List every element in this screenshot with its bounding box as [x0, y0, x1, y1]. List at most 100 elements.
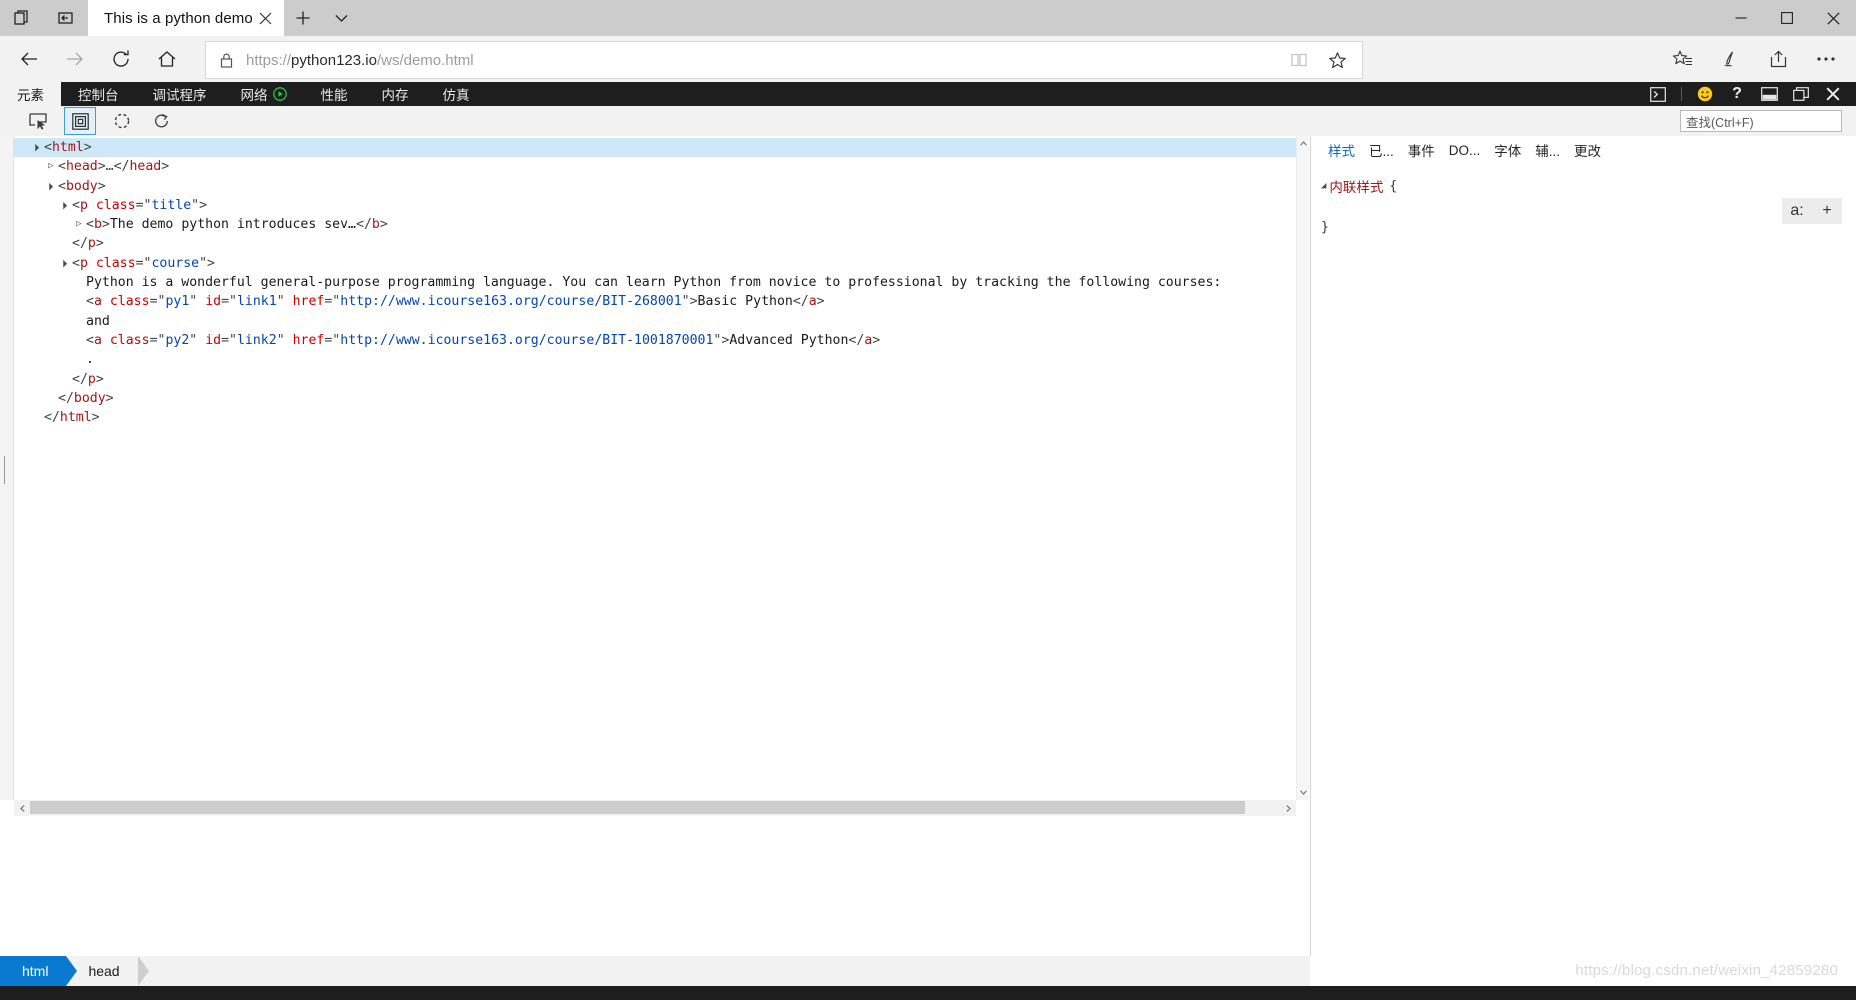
close-devtools-icon: [1826, 87, 1840, 101]
dom-token-punct: <: [86, 217, 94, 233]
dom-token-val: link2: [236, 332, 277, 348]
toggle-pseudo-state-button[interactable]: a:: [1782, 198, 1812, 224]
dom-vertical-scrollbar[interactable]: [1296, 136, 1309, 800]
refresh-dom-button[interactable]: [106, 107, 138, 135]
favorites-hub-button[interactable]: [1658, 36, 1706, 82]
devtools-tab-network[interactable]: 网络: [224, 82, 304, 106]
dock-to-bottom-icon: [1760, 87, 1778, 101]
dom-node-row[interactable]: <body>: [14, 177, 1296, 196]
set-tabs-aside-button[interactable]: [0, 0, 44, 36]
styles-pane-tab[interactable]: 更改: [1567, 140, 1608, 160]
dom-node-row[interactable]: and: [14, 312, 1296, 331]
settings-and-more-button[interactable]: [1802, 36, 1850, 82]
styles-pane-tab[interactable]: 字体: [1487, 140, 1528, 160]
dom-node-row[interactable]: </p>: [14, 370, 1296, 389]
reading-view-button[interactable]: [1280, 41, 1318, 79]
dom-node-row[interactable]: </body>: [14, 389, 1296, 408]
dom-token-tag: html: [51, 140, 84, 155]
dom-node-row[interactable]: Python is a wonderful general-purpose pr…: [14, 273, 1296, 292]
close-devtools-button[interactable]: [1818, 82, 1848, 106]
dom-node-row[interactable]: .: [14, 350, 1296, 369]
send-feedback-button[interactable]: [1690, 82, 1720, 106]
dom-tree[interactable]: <html><head>…</head><body><p class="titl…: [14, 136, 1296, 800]
share-button[interactable]: [1754, 36, 1802, 82]
dom-node-twisty-open[interactable]: [30, 138, 44, 157]
dom-node-twisty-closed[interactable]: [72, 215, 86, 234]
tabs-you-set-aside-button[interactable]: [44, 0, 88, 36]
dom-horizontal-scrollbar[interactable]: [14, 800, 1296, 816]
refresh-dom-icon: [114, 113, 130, 129]
dom-token-punct: ": [276, 294, 293, 310]
devtools-tab-performance[interactable]: 性能: [304, 82, 365, 106]
browser-tab[interactable]: This is a python demo p: [88, 0, 284, 36]
styles-pane-tab[interactable]: 辅...: [1528, 140, 1567, 160]
site-security-button[interactable]: [206, 52, 246, 69]
devtools-tab-label: 仿真: [442, 88, 470, 103]
address-bar[interactable]: https://python123.io/ws/demo.html: [205, 41, 1363, 79]
styles-pane-tab[interactable]: 已...: [1362, 140, 1401, 160]
dom-node-row[interactable]: </p>: [14, 234, 1296, 253]
style-rule[interactable]: ◢ 内联样式 { }: [1321, 176, 1856, 236]
style-rule-header[interactable]: ◢ 内联样式 {: [1321, 176, 1856, 196]
breadcrumb-item-html[interactable]: html: [0, 956, 78, 986]
dom-node-markup: <head>…</head>: [58, 157, 169, 176]
tab-close-button[interactable]: [252, 5, 278, 31]
devtools-tab-elements[interactable]: 元素: [0, 82, 61, 106]
inspect-element-button[interactable]: [22, 107, 54, 135]
ellipsis-icon: [1817, 57, 1835, 61]
back-button[interactable]: [6, 36, 52, 82]
tab-menu-button[interactable]: [322, 0, 360, 36]
set-tabs-aside-icon: [14, 10, 28, 25]
styles-pane-tabs: 样式 已... 事件 DO... 字体 辅... 更改: [1311, 136, 1856, 164]
dom-node-twisty-open[interactable]: [58, 196, 72, 215]
rule-collapse-twisty[interactable]: ◢: [1321, 181, 1326, 191]
window-minimize-button[interactable]: [1718, 0, 1764, 36]
window-maximize-button[interactable]: [1764, 0, 1810, 36]
web-notes-button[interactable]: [1706, 36, 1754, 82]
dom-node-row[interactable]: </html>: [14, 408, 1296, 427]
break-on-button[interactable]: [146, 107, 178, 135]
dock-to-bottom-button[interactable]: [1754, 82, 1784, 106]
scroll-up-button[interactable]: [1297, 136, 1310, 151]
scroll-left-button[interactable]: [14, 800, 30, 816]
bottom-status-bar: [0, 986, 1856, 1000]
devtools-tab-emulation[interactable]: 仿真: [426, 82, 487, 106]
new-tab-button[interactable]: [284, 0, 322, 36]
add-favorite-button[interactable]: [1318, 41, 1356, 79]
pen-icon: [1724, 51, 1733, 66]
add-new-rule-button[interactable]: +: [1812, 198, 1842, 224]
dom-node-row[interactable]: <head>…</head>: [14, 157, 1296, 176]
window-close-button[interactable]: [1810, 0, 1856, 36]
undock-window-button[interactable]: [1786, 82, 1816, 106]
scroll-down-button[interactable]: [1297, 785, 1310, 800]
dom-node-row[interactable]: <a class="py2" id="link2" href="http://w…: [14, 331, 1296, 350]
scroll-right-button[interactable]: [1280, 800, 1296, 816]
styles-pane-tab[interactable]: 样式: [1321, 140, 1362, 160]
dom-node-row[interactable]: <b>The demo python introduces sev…</b>: [14, 215, 1296, 234]
dom-token-txt: [88, 198, 96, 213]
dom-node-row[interactable]: <html>: [14, 138, 1296, 158]
dom-node-row[interactable]: <a class="py1" id="link1" href="http://w…: [14, 292, 1296, 311]
horizontal-scroll-track[interactable]: [30, 800, 1280, 816]
home-button[interactable]: [144, 36, 190, 82]
devtools-tab-console[interactable]: 控制台: [61, 82, 136, 106]
refresh-button[interactable]: [98, 36, 144, 82]
dom-node-twisty-open[interactable]: [58, 254, 72, 273]
toggle-console-drawer-button[interactable]: [1643, 82, 1673, 106]
help-button[interactable]: ?: [1722, 82, 1752, 106]
devtools-tab-strip: 元素 控制台 调试程序 网络 性能 内存 仿真 ?: [0, 82, 1856, 106]
find-input[interactable]: 查找(Ctrl+F): [1680, 110, 1842, 132]
dom-node-row[interactable]: <p class="title">: [14, 196, 1296, 215]
devtools-tab-debugger[interactable]: 调试程序: [136, 82, 224, 106]
dom-node-row[interactable]: <p class="course">: [14, 254, 1296, 273]
dom-node-twisty-closed[interactable]: [44, 157, 58, 176]
devtools-tab-memory[interactable]: 内存: [365, 82, 426, 106]
dom-token-punct: =: [149, 294, 158, 310]
dom-node-twisty-open[interactable]: [44, 177, 58, 196]
styles-pane-tab[interactable]: DO...: [1442, 143, 1488, 158]
pane-resize-handle[interactable]: [4, 456, 9, 484]
horizontal-scroll-thumb[interactable]: [30, 801, 1245, 814]
styles-pane-tab[interactable]: 事件: [1401, 140, 1442, 160]
select-element-button[interactable]: [64, 107, 96, 135]
forward-button[interactable]: [52, 36, 98, 82]
